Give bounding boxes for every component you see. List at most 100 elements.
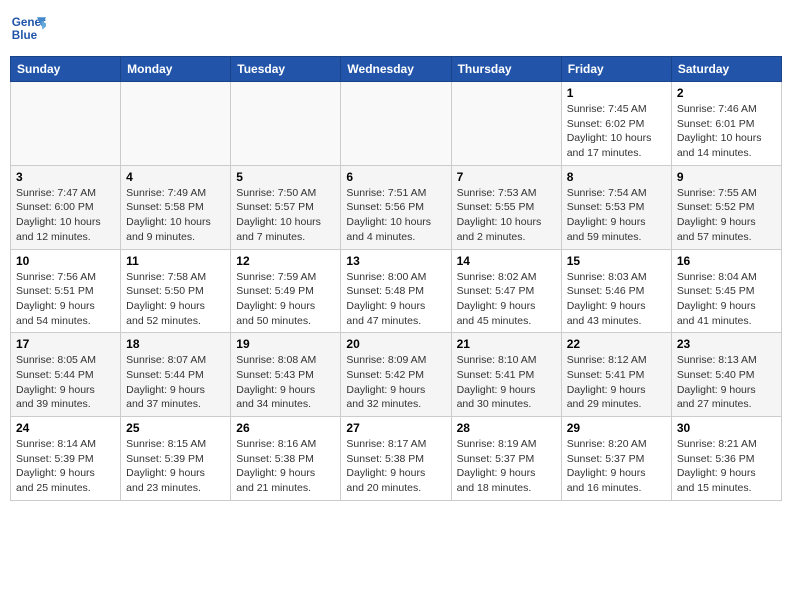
day-info: Sunrise: 8:05 AM Sunset: 5:44 PM Dayligh… <box>16 353 115 412</box>
day-info: Sunrise: 7:46 AM Sunset: 6:01 PM Dayligh… <box>677 102 776 161</box>
day-info: Sunrise: 7:58 AM Sunset: 5:50 PM Dayligh… <box>126 270 225 329</box>
day-number: 9 <box>677 170 776 184</box>
day-number: 25 <box>126 421 225 435</box>
day-number: 13 <box>346 254 445 268</box>
empty-day <box>341 82 451 166</box>
calendar-day-23: 23 Sunrise: 8:13 AM Sunset: 5:40 PM Dayli… <box>671 333 781 417</box>
day-info: Sunrise: 7:55 AM Sunset: 5:52 PM Dayligh… <box>677 186 776 245</box>
day-info: Sunrise: 8:20 AM Sunset: 5:37 PM Dayligh… <box>567 437 666 496</box>
day-header-sunday: Sunday <box>11 57 121 82</box>
day-number: 2 <box>677 86 776 100</box>
day-number: 6 <box>346 170 445 184</box>
calendar-day-14: 14Sunrise: 8:02 AM Sunset: 5:47 PM Dayli… <box>451 249 561 333</box>
calendar-day-5: 5Sunrise: 7:50 AM Sunset: 5:57 PM Daylig… <box>231 165 341 249</box>
logo: General Blue <box>10 10 46 46</box>
day-info: Sunrise: 8:17 AM Sunset: 5:38 PM Dayligh… <box>346 437 445 496</box>
day-info: Sunrise: 7:47 AM Sunset: 6:00 PM Dayligh… <box>16 186 115 245</box>
day-header-tuesday: Tuesday <box>231 57 341 82</box>
day-header-monday: Monday <box>121 57 231 82</box>
empty-day <box>11 82 121 166</box>
day-number: 20 <box>346 337 445 351</box>
day-number: 14 <box>457 254 556 268</box>
calendar-day-20: 20Sunrise: 8:09 AM Sunset: 5:42 PM Dayli… <box>341 333 451 417</box>
day-info: Sunrise: 8:12 AM Sunset: 5:41 PM Dayligh… <box>567 353 666 412</box>
day-number: 24 <box>16 421 115 435</box>
day-header-thursday: Thursday <box>451 57 561 82</box>
calendar-day-3: 3 Sunrise: 7:47 AM Sunset: 6:00 PM Daylig… <box>11 165 121 249</box>
calendar-day-29: 29 Sunrise: 8:20 AM Sunset: 5:37 PM Dayli… <box>561 417 671 501</box>
day-info: Sunrise: 8:15 AM Sunset: 5:39 PM Dayligh… <box>126 437 225 496</box>
calendar-day-25: 25 Sunrise: 8:15 AM Sunset: 5:39 PM Dayli… <box>121 417 231 501</box>
day-number: 21 <box>457 337 556 351</box>
calendar-day-15: 15Sunrise: 8:03 AM Sunset: 5:46 PM Dayli… <box>561 249 671 333</box>
calendar-day-12: 12 Sunrise: 7:59 AM Sunset: 5:49 PM Dayli… <box>231 249 341 333</box>
calendar-day-26: 26 Sunrise: 8:16 AM Sunset: 5:38 PM Dayli… <box>231 417 341 501</box>
calendar-day-17: 17Sunrise: 8:05 AM Sunset: 5:44 PM Dayli… <box>11 333 121 417</box>
calendar-table: SundayMondayTuesdayWednesdayThursdayFrid… <box>10 56 782 501</box>
calendar-day-2: 2 Sunrise: 7:46 AM Sunset: 6:01 PM Daylig… <box>671 82 781 166</box>
day-info: Sunrise: 8:10 AM Sunset: 5:41 PM Dayligh… <box>457 353 556 412</box>
calendar-day-1: 1Sunrise: 7:45 AM Sunset: 6:02 PM Daylig… <box>561 82 671 166</box>
day-info: Sunrise: 7:45 AM Sunset: 6:02 PM Dayligh… <box>567 102 666 161</box>
day-number: 19 <box>236 337 335 351</box>
day-number: 8 <box>567 170 666 184</box>
calendar-week-row: 10 Sunrise: 7:56 AM Sunset: 5:51 PM Dayli… <box>11 249 782 333</box>
day-number: 4 <box>126 170 225 184</box>
empty-day <box>231 82 341 166</box>
day-number: 12 <box>236 254 335 268</box>
day-info: Sunrise: 8:16 AM Sunset: 5:38 PM Dayligh… <box>236 437 335 496</box>
day-number: 11 <box>126 254 225 268</box>
svg-text:Blue: Blue <box>12 29 38 42</box>
day-number: 26 <box>236 421 335 435</box>
logo-icon: General Blue <box>10 10 46 46</box>
day-number: 16 <box>677 254 776 268</box>
day-number: 30 <box>677 421 776 435</box>
day-header-saturday: Saturday <box>671 57 781 82</box>
day-info: Sunrise: 7:59 AM Sunset: 5:49 PM Dayligh… <box>236 270 335 329</box>
day-number: 28 <box>457 421 556 435</box>
day-number: 3 <box>16 170 115 184</box>
empty-day <box>451 82 561 166</box>
day-number: 18 <box>126 337 225 351</box>
day-info: Sunrise: 7:49 AM Sunset: 5:58 PM Dayligh… <box>126 186 225 245</box>
calendar-day-13: 13Sunrise: 8:00 AM Sunset: 5:48 PM Dayli… <box>341 249 451 333</box>
day-number: 5 <box>236 170 335 184</box>
day-number: 10 <box>16 254 115 268</box>
calendar-header-row: SundayMondayTuesdayWednesdayThursdayFrid… <box>11 57 782 82</box>
day-number: 27 <box>346 421 445 435</box>
page-header: General Blue <box>10 10 782 46</box>
day-info: Sunrise: 7:56 AM Sunset: 5:51 PM Dayligh… <box>16 270 115 329</box>
day-info: Sunrise: 8:21 AM Sunset: 5:36 PM Dayligh… <box>677 437 776 496</box>
day-info: Sunrise: 8:19 AM Sunset: 5:37 PM Dayligh… <box>457 437 556 496</box>
calendar-day-28: 28 Sunrise: 8:19 AM Sunset: 5:37 PM Dayli… <box>451 417 561 501</box>
calendar-day-16: 16 Sunrise: 8:04 AM Sunset: 5:45 PM Dayli… <box>671 249 781 333</box>
day-info: Sunrise: 7:53 AM Sunset: 5:55 PM Dayligh… <box>457 186 556 245</box>
calendar-day-30: 30 Sunrise: 8:21 AM Sunset: 5:36 PM Dayli… <box>671 417 781 501</box>
calendar-week-row: 3 Sunrise: 7:47 AM Sunset: 6:00 PM Daylig… <box>11 165 782 249</box>
day-info: Sunrise: 8:14 AM Sunset: 5:39 PM Dayligh… <box>16 437 115 496</box>
calendar-day-19: 19Sunrise: 8:08 AM Sunset: 5:43 PM Dayli… <box>231 333 341 417</box>
calendar-day-7: 7 Sunrise: 7:53 AM Sunset: 5:55 PM Daylig… <box>451 165 561 249</box>
day-info: Sunrise: 8:07 AM Sunset: 5:44 PM Dayligh… <box>126 353 225 412</box>
calendar-week-row: 17Sunrise: 8:05 AM Sunset: 5:44 PM Dayli… <box>11 333 782 417</box>
calendar-day-18: 18 Sunrise: 8:07 AM Sunset: 5:44 PM Dayli… <box>121 333 231 417</box>
day-number: 29 <box>567 421 666 435</box>
day-header-wednesday: Wednesday <box>341 57 451 82</box>
day-number: 23 <box>677 337 776 351</box>
day-number: 22 <box>567 337 666 351</box>
day-info: Sunrise: 7:51 AM Sunset: 5:56 PM Dayligh… <box>346 186 445 245</box>
calendar-day-27: 27 Sunrise: 8:17 AM Sunset: 5:38 PM Dayli… <box>341 417 451 501</box>
calendar-day-9: 9 Sunrise: 7:55 AM Sunset: 5:52 PM Daylig… <box>671 165 781 249</box>
calendar-day-10: 10 Sunrise: 7:56 AM Sunset: 5:51 PM Dayli… <box>11 249 121 333</box>
day-info: Sunrise: 8:04 AM Sunset: 5:45 PM Dayligh… <box>677 270 776 329</box>
calendar-day-4: 4 Sunrise: 7:49 AM Sunset: 5:58 PM Daylig… <box>121 165 231 249</box>
empty-day <box>121 82 231 166</box>
day-info: Sunrise: 8:03 AM Sunset: 5:46 PM Dayligh… <box>567 270 666 329</box>
calendar-day-11: 11 Sunrise: 7:58 AM Sunset: 5:50 PM Dayli… <box>121 249 231 333</box>
calendar-day-22: 22 Sunrise: 8:12 AM Sunset: 5:41 PM Dayli… <box>561 333 671 417</box>
day-info: Sunrise: 8:13 AM Sunset: 5:40 PM Dayligh… <box>677 353 776 412</box>
calendar-day-8: 8Sunrise: 7:54 AM Sunset: 5:53 PM Daylig… <box>561 165 671 249</box>
day-number: 7 <box>457 170 556 184</box>
calendar-week-row: 24 Sunrise: 8:14 AM Sunset: 5:39 PM Dayli… <box>11 417 782 501</box>
calendar-week-row: 1Sunrise: 7:45 AM Sunset: 6:02 PM Daylig… <box>11 82 782 166</box>
